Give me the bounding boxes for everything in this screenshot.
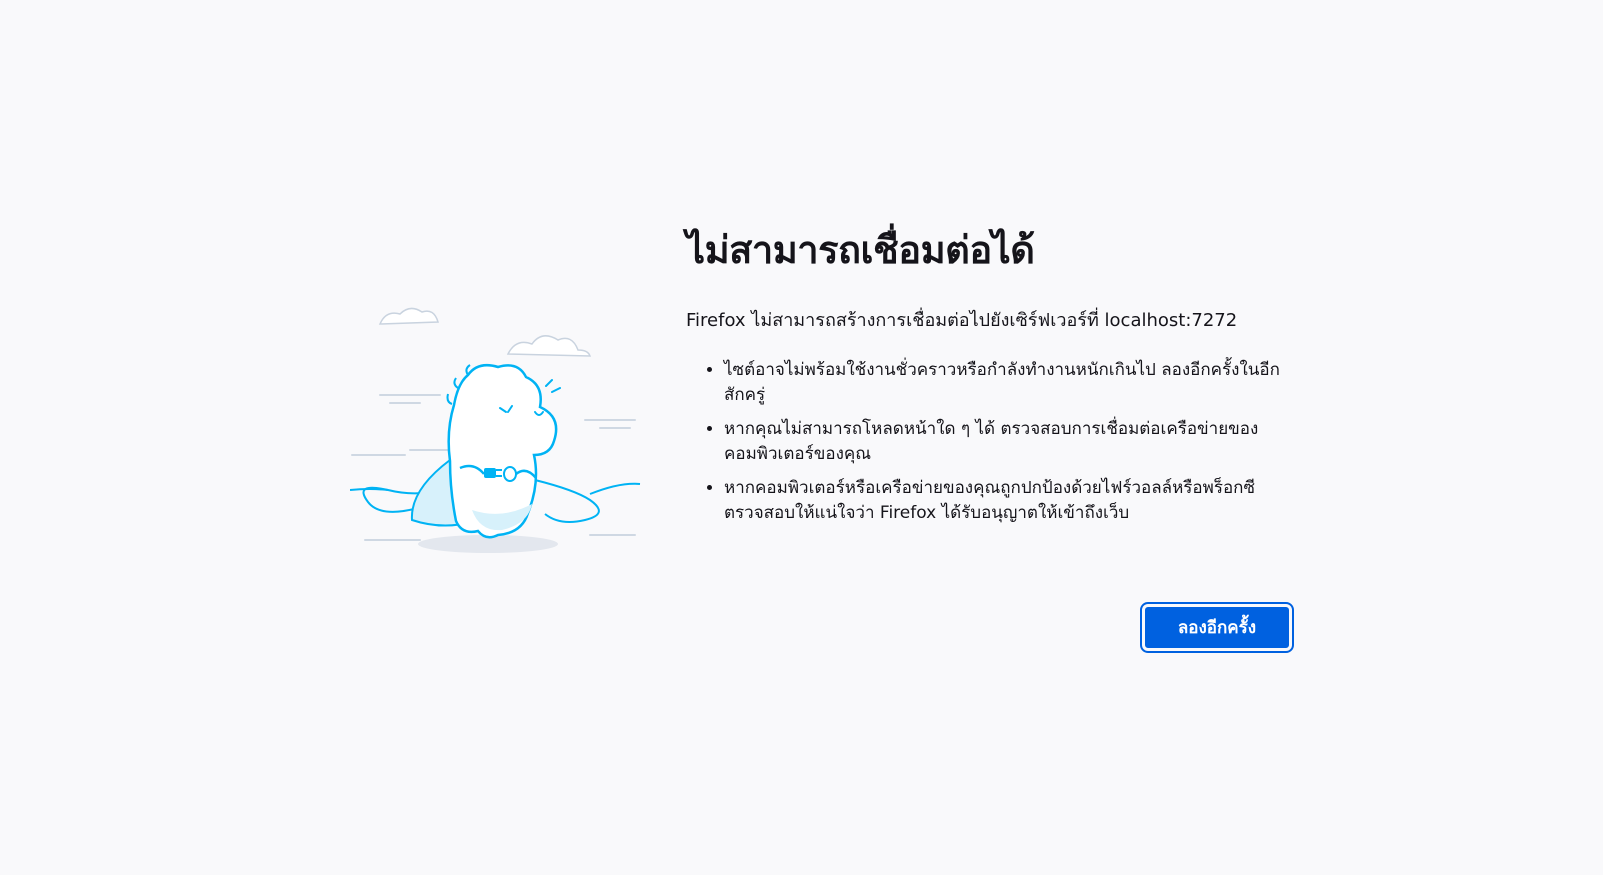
error-content: ไม่สามารถเชื่อมต่อได้ Firefox ไม่สามารถส… — [686, 222, 1286, 535]
page-title: ไม่สามารถเชื่อมต่อได้ — [686, 228, 1035, 272]
cloud-icon — [378, 307, 439, 325]
list-item: ไซต์อาจไม่พร้อมใช้งานชั่วคราวหรือกำลังทำ… — [724, 358, 1286, 408]
list-item: หากคอมพิวเตอร์หรือเครือข่ายของคุณถูกปกป้… — [724, 476, 1286, 526]
cloud-icon — [506, 335, 592, 357]
error-description: Firefox ไม่สามารถสร้างการเชื่อมต่อไปยังเ… — [686, 310, 1238, 331]
dinosaur-unplugged-illustration — [350, 307, 641, 553]
error-actions: ลองอีกครั้ง — [1140, 602, 1294, 653]
try-again-button[interactable]: ลองอีกครั้ง — [1140, 602, 1294, 653]
error-page: ไม่สามารถเชื่อมต่อได้ Firefox ไม่สามารถส… — [0, 0, 1603, 875]
error-reasons-list: ไซต์อาจไม่พร้อมใช้งานชั่วคราวหรือกำลังทำ… — [686, 358, 1286, 526]
list-item: หากคุณไม่สามารถโหลดหน้าใด ๆ ได้ ตรวจสอบก… — [724, 417, 1286, 467]
